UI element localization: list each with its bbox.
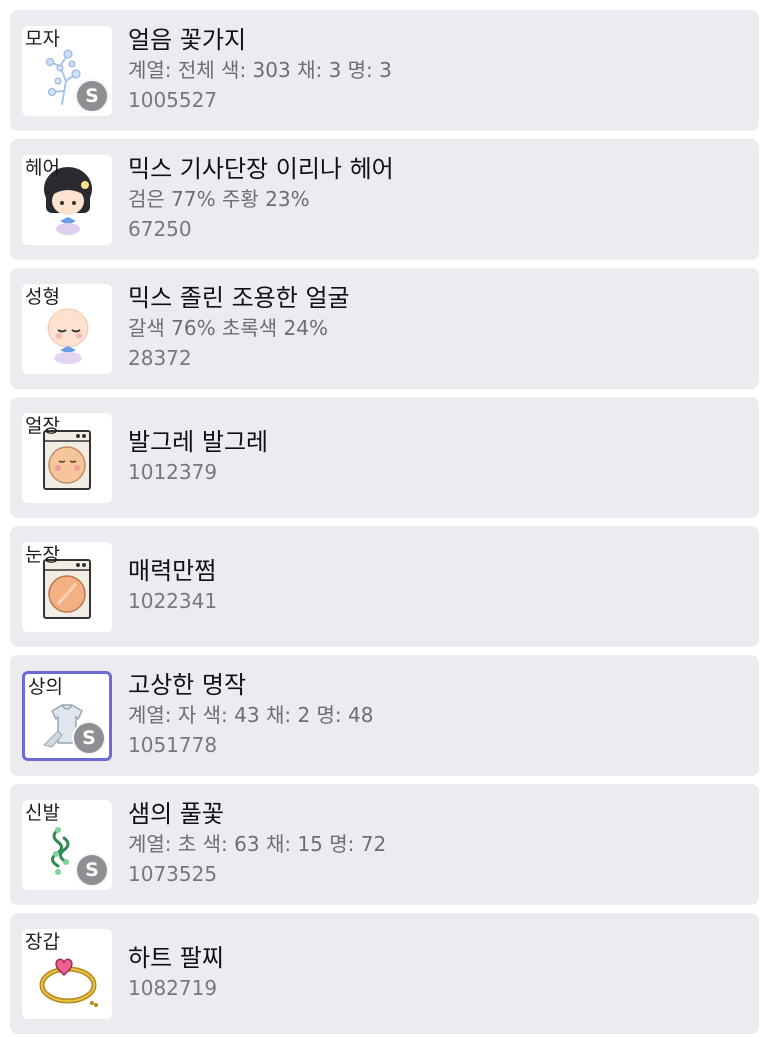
slot-label: 장갑 [25,931,60,953]
item-name: 얼음 꽃가지 [128,26,247,54]
item-code: 1012379 [128,460,218,484]
item-name: 고상한 명작 [128,671,247,699]
list-item[interactable]: 눈장 매력만쩜 1022341 [10,526,759,647]
item-thumbnail: 얼장 [22,413,112,503]
list-item[interactable]: 장갑 하트 팔찌 1082719 [10,913,759,1034]
item-name: 믹스 기사단장 이리나 헤어 [128,155,394,183]
item-name: 매력만쩜 [128,557,217,585]
slot-label: 눈장 [25,544,60,566]
item-thumbnail: 장갑 [22,929,112,1019]
item-name: 믹스 졸린 조용한 얼굴 [128,284,350,312]
item-code: 1005527 [128,88,218,112]
item-detail: 계열: 전체 색: 303 채: 3 명: 3 [128,58,392,82]
item-thumbnail: 성형 [22,284,112,374]
list-item[interactable]: 신발 S 샘의 풀꽃 계열: 초 색: 63 채: 15 명: 72 10735… [10,784,759,905]
item-code: 1082719 [128,976,218,1000]
item-detail: 계열: 자 색: 43 채: 2 명: 48 [128,703,374,727]
item-thumbnail: 모자 S [22,26,112,116]
list-item[interactable]: 얼장 발그레 발그레 1012379 [10,397,759,518]
item-code: 1022341 [128,589,218,613]
item-code: 1073525 [128,862,218,886]
slot-label: 신발 [25,802,60,824]
slot-label: 헤어 [25,157,60,179]
slot-label: 성형 [25,286,60,308]
list-item[interactable]: 상의 S 고상한 명작 계열: 자 색: 43 채: 2 명: 48 10517… [10,655,759,776]
item-list: 모자 S 얼음 꽃가지 계열: 전체 색: 303 채: 3 명: 3 1005… [0,0,773,1037]
item-thumbnail: 눈장 [22,542,112,632]
slot-label: 얼장 [25,415,60,437]
list-item[interactable]: 성형 믹스 졸린 조용한 얼굴 갈색 76% 초록색 24% 28372 [10,268,759,389]
item-thumbnail: 신발 S [22,800,112,890]
item-thumbnail: 상의 S [22,671,112,761]
item-detail: 검은 77% 주황 23% [128,187,310,211]
item-name: 샘의 풀꽃 [128,800,224,828]
set-badge: S [72,721,106,755]
item-thumbnail: 헤어 [22,155,112,245]
slot-label: 모자 [25,28,60,50]
set-badge: S [75,853,109,887]
list-item[interactable]: 모자 S 얼음 꽃가지 계열: 전체 색: 303 채: 3 명: 3 1005… [10,10,759,131]
item-code: 1051778 [128,733,218,757]
item-detail: 갈색 76% 초록색 24% [128,316,328,340]
item-code: 28372 [128,346,192,370]
item-code: 67250 [128,217,192,241]
item-name: 하트 팔찌 [128,944,224,972]
set-badge: S [75,79,109,113]
slot-label: 상의 [28,676,63,698]
item-detail: 계열: 초 색: 63 채: 15 명: 72 [128,832,387,856]
list-item[interactable]: 헤어 믹스 기사단장 이리나 헤어 검은 77% 주황 23% 67250 [10,139,759,260]
item-name: 발그레 발그레 [128,428,269,456]
